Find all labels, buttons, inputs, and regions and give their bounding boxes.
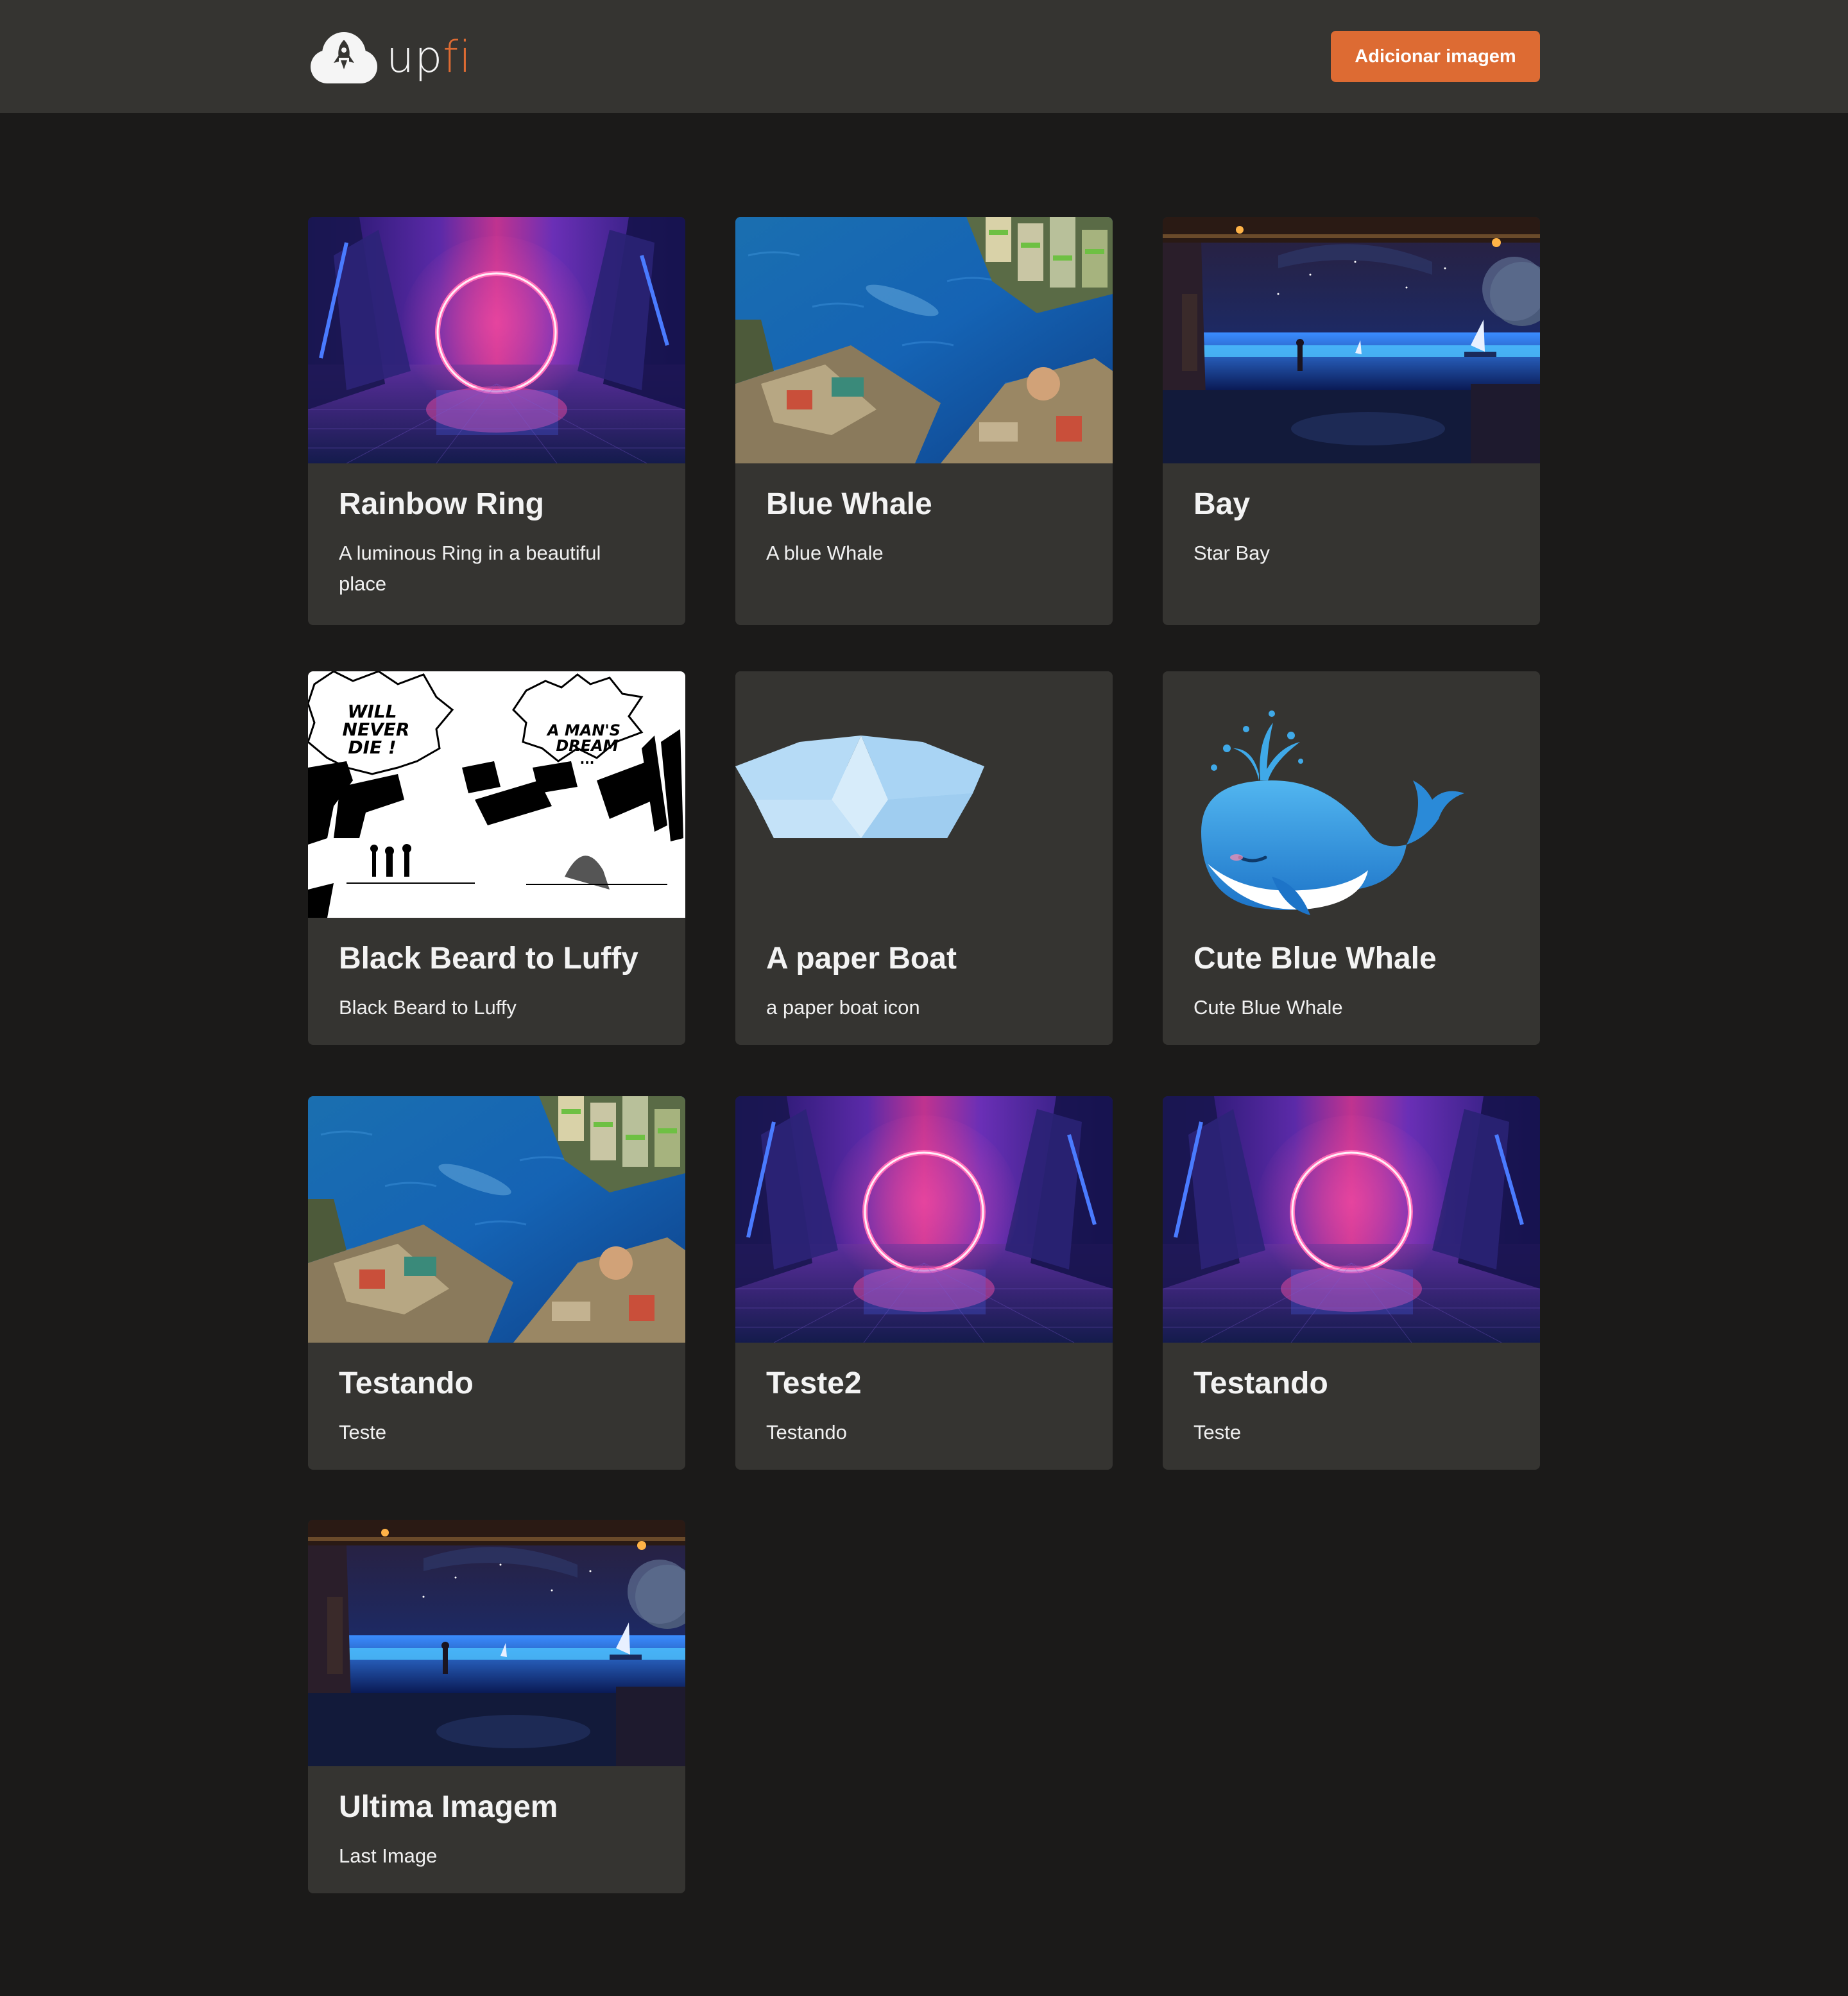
rocket-cloud-icon [311,32,377,83]
image-card[interactable]: Testando Teste [308,1096,685,1470]
card-description: Testando [766,1421,847,1443]
blue-whale-city-image[interactable] [308,1096,685,1343]
card-title: Cute Blue Whale [1194,942,1437,976]
card-title: Teste2 [766,1366,862,1400]
manga-panel-image[interactable]: WILL NEVER DIE ! A MAN'S DREAM ... [308,671,685,918]
image-card[interactable]: Teste2 Testando [735,1096,1113,1470]
image-card[interactable]: Ultima Imagem Last Image [308,1520,685,1893]
card-description: A blue Whale [766,542,884,564]
logo-text-fi: fi [443,31,472,83]
card-title: Blue Whale [766,487,932,521]
card-description: A luminous Ring in a beautiful place [339,542,601,595]
card-description: Black Beard to Luffy [339,996,517,1019]
card-title: Rainbow Ring [339,487,544,521]
card-title: Bay [1194,487,1251,521]
neon-ring-image[interactable] [308,217,685,463]
card-description: Cute Blue Whale [1194,996,1343,1019]
image-card[interactable]: Testando Teste [1163,1096,1540,1470]
svg-text:...: ... [580,752,595,767]
logo-wordmark: upfi [386,32,472,83]
card-description: Last Image [339,1845,438,1867]
star-bay-image[interactable] [1163,217,1540,463]
image-card[interactable]: Blue Whale A blue Whale [735,217,1113,625]
card-description: Star Bay [1194,542,1270,564]
card-description: Teste [1194,1421,1242,1443]
star-bay-image[interactable] [308,1520,685,1766]
paper-boat-icon[interactable] [735,671,1113,918]
card-title: A paper Boat [766,942,957,976]
image-card[interactable]: A paper Boat a paper boat icon [735,671,1113,1045]
svg-text:DIE !: DIE ! [348,737,396,758]
card-description: Teste [339,1421,387,1443]
image-card[interactable]: Rainbow Ring A luminous Ring in a beautif… [308,217,685,625]
add-image-button[interactable]: Adicionar imagem [1331,31,1540,82]
upfi-logo[interactable]: upfi [308,28,472,86]
logo-text-up: up [386,31,443,83]
card-title: Testando [339,1366,474,1400]
top-bar: upfi Adicionar imagem [0,0,1848,113]
card-title: Testando [1194,1366,1328,1400]
image-card[interactable]: WILL NEVER DIE ! A MAN'S DREAM ... Black… [308,671,685,1045]
neon-ring-image[interactable] [735,1096,1113,1343]
image-card[interactable]: Bay Star Bay [1163,217,1540,625]
image-card[interactable]: Cute Blue Whale Cute Blue Whale [1163,671,1540,1045]
card-description: a paper boat icon [766,996,920,1019]
blue-whale-city-image[interactable] [735,217,1113,463]
neon-ring-image[interactable] [1163,1096,1540,1343]
card-title: Ultima Imagem [339,1790,558,1824]
cute-whale-icon[interactable] [1163,671,1540,918]
card-title: Black Beard to Luffy [339,942,638,976]
